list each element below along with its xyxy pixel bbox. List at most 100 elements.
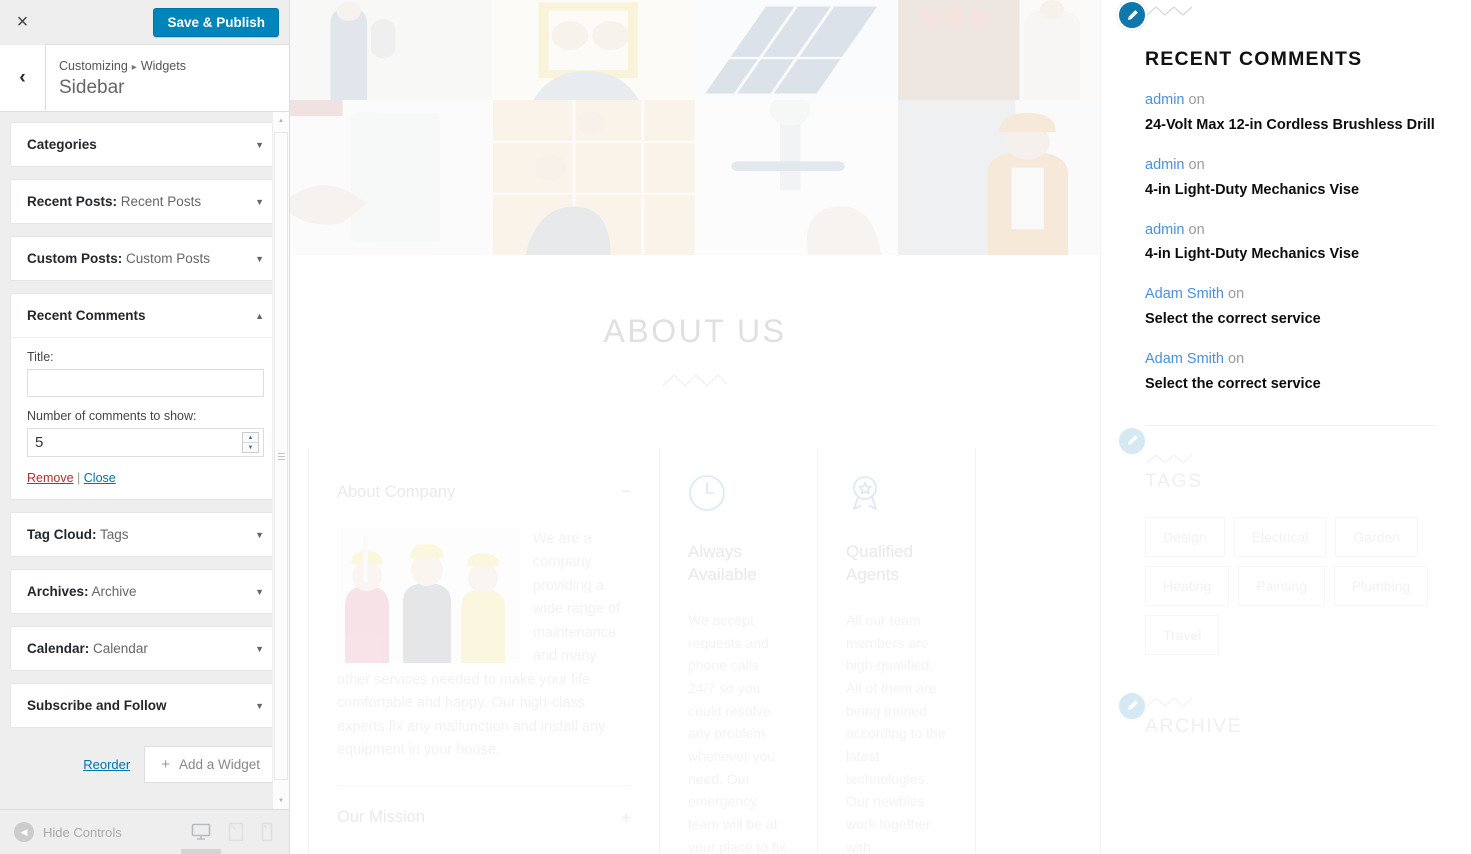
widget-title: Custom Posts: Custom Posts	[27, 251, 211, 266]
widget-header[interactable]: Subscribe and Follow ▼	[11, 684, 278, 727]
gallery-image-plumbing-pipes	[695, 100, 898, 255]
scrollbar-grip-icon	[277, 451, 285, 462]
device-preview-switcher	[181, 822, 289, 854]
accordion-item-about-company[interactable]: About Company −	[337, 474, 631, 528]
remove-widget-link[interactable]: Remove	[27, 471, 74, 485]
preview-sidebar: RECENT COMMENTS admin on 24-Volt Max 12-…	[1100, 0, 1471, 854]
widget-header[interactable]: Custom Posts: Custom Posts ▼	[11, 237, 278, 280]
title-input[interactable]	[27, 369, 264, 397]
pencil-icon[interactable]	[1117, 0, 1147, 30]
widget-item-tag-cloud[interactable]: Tag Cloud: Tags ▼	[10, 512, 279, 557]
chevron-down-icon: ▼	[255, 196, 264, 207]
close-widget-link[interactable]: Close	[84, 471, 116, 485]
team-photo	[337, 528, 521, 663]
widget-item-subscribe-and-follow[interactable]: Subscribe and Follow ▼	[10, 683, 279, 728]
tag-link[interactable]: Travel	[1145, 614, 1220, 655]
feature-text: We accept requests and phone calls 24/7 …	[688, 611, 787, 854]
scroll-up-arrow-icon[interactable]: ▲	[273, 112, 289, 129]
comment-post-link[interactable]: 4-in Light-Duty Mechanics Vise	[1145, 244, 1437, 265]
gallery-image-tile-installation	[492, 100, 695, 255]
scrollbar-thumb[interactable]	[274, 132, 288, 780]
about-us-section: ABOUT US About Company − We are a compan…	[290, 255, 1100, 854]
gallery-image-worker-hardhat	[897, 100, 1100, 255]
comment-meta: Adam Smith on	[1145, 349, 1437, 371]
comment-post-link[interactable]: 4-in Light-Duty Mechanics Vise	[1145, 180, 1437, 201]
comment-author-link[interactable]: Adam Smith	[1145, 351, 1224, 367]
comment-post-link[interactable]: Select the correct service	[1145, 374, 1437, 395]
preview-main-column: ABOUT US About Company − We are a compan…	[290, 0, 1100, 854]
edit-widget-marker[interactable]	[1117, 0, 1147, 30]
save-and-publish-button[interactable]: Save & Publish	[153, 7, 279, 37]
about-accordion: About Company − We are a company providi…	[308, 448, 660, 854]
comment-author-link[interactable]: admin	[1145, 222, 1185, 238]
widget-title: Calendar: Calendar	[27, 641, 148, 656]
comment-meta: admin on	[1145, 90, 1437, 112]
list-item: admin on 4-in Light-Duty Mechanics Vise	[1145, 155, 1437, 201]
widget-header[interactable]: Tag Cloud: Tags ▼	[11, 513, 278, 556]
device-desktop-button[interactable]	[181, 823, 221, 854]
stepper-up-icon[interactable]: ▲	[243, 433, 258, 443]
widget-item-recent-posts[interactable]: Recent Posts: Recent Posts ▼	[10, 179, 279, 224]
hide-controls-button[interactable]: ◀ Hide Controls	[0, 822, 191, 842]
sidebar-scrollbar[interactable]: ▲ ▼	[272, 112, 289, 809]
comment-author-link[interactable]: admin	[1145, 157, 1185, 173]
pencil-icon[interactable]	[1117, 425, 1147, 456]
customizer-footer: ◀ Hide Controls	[0, 809, 289, 854]
device-mobile-button[interactable]	[261, 822, 273, 842]
tag-link[interactable]: Heating	[1145, 565, 1230, 606]
collapse-icon: ◀	[14, 822, 34, 842]
close-icon[interactable]: ×	[0, 0, 45, 45]
tag-link[interactable]: Garden	[1335, 516, 1419, 557]
plus-icon: +	[621, 807, 631, 827]
accordion-item-our-mission[interactable]: Our Mission +	[337, 786, 631, 854]
scroll-down-arrow-icon[interactable]: ▼	[273, 792, 289, 809]
widget-actions: Remove | Close	[27, 471, 264, 485]
tag-link[interactable]: Electrical	[1233, 516, 1327, 557]
comment-author-link[interactable]: admin	[1145, 92, 1185, 108]
comments-count-input[interactable]	[27, 428, 264, 457]
chevron-down-icon: ▼	[255, 139, 264, 150]
accordion-title: Our Mission	[337, 808, 426, 827]
widget-header[interactable]: Archives: Archive ▼	[11, 570, 278, 613]
comment-meta: admin on	[1145, 220, 1437, 242]
widget-item-recent-comments[interactable]: Recent Comments ▲ Title: Number of comme…	[10, 293, 279, 500]
hide-controls-label: Hide Controls	[43, 824, 122, 840]
customizer-topbar: × Save & Publish	[0, 0, 289, 45]
feature-text: All our team members are high-qualified.…	[846, 611, 946, 854]
quantity-stepper[interactable]: ▲ ▼	[242, 432, 259, 453]
comment-post-link[interactable]: Select the correct service	[1145, 309, 1437, 330]
comment-author-link[interactable]: Adam Smith	[1145, 286, 1224, 302]
tag-link[interactable]: Plumbing	[1333, 565, 1429, 606]
widget-item-archives[interactable]: Archives: Archive ▼	[10, 569, 279, 614]
device-tablet-button[interactable]	[228, 822, 244, 842]
reorder-link[interactable]: Reorder	[83, 757, 130, 772]
pencil-icon[interactable]	[1117, 690, 1147, 721]
widget-header[interactable]: Calendar: Calendar ▼	[11, 627, 278, 670]
stepper-down-icon[interactable]: ▼	[243, 443, 258, 452]
award-icon	[846, 474, 947, 517]
back-chevron-icon[interactable]: ‹	[0, 45, 46, 111]
breadcrumb-root[interactable]: Customizing	[59, 59, 128, 73]
add-a-widget-button[interactable]: + Add a Widget	[144, 746, 277, 783]
accordion-panel-body: We are a company providing a wide range …	[337, 528, 631, 786]
tag-link[interactable]: Design	[1145, 516, 1225, 557]
breadcrumb-section[interactable]: Widgets	[141, 59, 186, 73]
widget-item-calendar[interactable]: Calendar: Calendar ▼	[10, 626, 279, 671]
widget-header[interactable]: Categories ▼	[11, 123, 278, 166]
widget-header[interactable]: Recent Comments ▲	[11, 294, 278, 337]
tag-link[interactable]: Painting	[1238, 565, 1325, 606]
widget-header[interactable]: Recent Posts: Recent Posts ▼	[11, 180, 278, 223]
widget-item-categories[interactable]: Categories ▼	[10, 122, 279, 167]
edit-widget-marker[interactable]	[1117, 690, 1147, 721]
add-widget-label: Add a Widget	[178, 757, 260, 772]
gallery-image-couple-frame	[492, 0, 695, 100]
zigzag-divider-icon	[1145, 452, 1199, 470]
comment-post-link[interactable]: 24-Volt Max 12-in Cordless Brushless Dri…	[1145, 115, 1437, 136]
about-columns: About Company − We are a company providi…	[290, 448, 1100, 854]
minus-icon: −	[621, 482, 631, 501]
widget-item-custom-posts[interactable]: Custom Posts: Custom Posts ▼	[10, 236, 279, 281]
tag-cloud: Design Electrical Garden Heating Paintin…	[1145, 516, 1437, 655]
preview-widget-tags: TAGS Design Electrical Garden Heating Pa…	[1101, 425, 1471, 655]
zigzag-divider-icon	[1145, 4, 1199, 22]
edit-widget-marker[interactable]	[1117, 425, 1147, 456]
